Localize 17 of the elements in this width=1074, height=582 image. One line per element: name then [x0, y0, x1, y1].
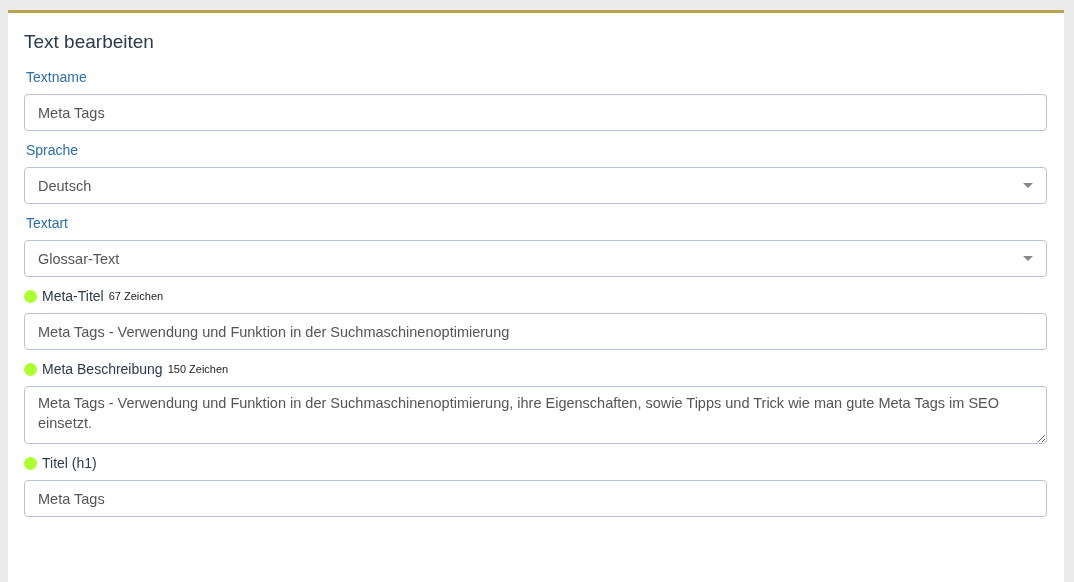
- select-field[interactable]: Deutsch: [24, 167, 1047, 204]
- text-field[interactable]: Meta Tags: [24, 94, 1047, 131]
- caret-icon: [1023, 183, 1033, 188]
- field-label: Textname: [26, 69, 87, 85]
- text-field[interactable]: Meta Tags - Verwendung und Funktion in der Suchmaschinenoptimierung: [24, 313, 1047, 350]
- field-label: Titel (h1): [42, 455, 97, 471]
- panel-title: Text bearbeiten: [24, 31, 155, 53]
- character-count: 150 Zeichen: [167, 363, 229, 375]
- select-field[interactable]: Glossar-Text: [24, 240, 1047, 277]
- character-count: 67 Zeichen: [108, 290, 164, 302]
- text-area[interactable]: Meta Tags - Verwendung und Funktion in der Suchmaschinenoptimierung, ihre Eigenschaften, sowie Tipps und Trick wie man gute Meta Tags im SEO einsetzt.: [24, 386, 1047, 444]
- field-label: Meta-Titel: [42, 288, 104, 304]
- field-label: Textart: [26, 215, 68, 231]
- text-field[interactable]: Meta Tags: [24, 480, 1047, 517]
- field-label: Sprache: [26, 142, 79, 158]
- field-label: Meta Beschreibung: [42, 361, 163, 377]
- caret-icon: [1023, 256, 1033, 261]
